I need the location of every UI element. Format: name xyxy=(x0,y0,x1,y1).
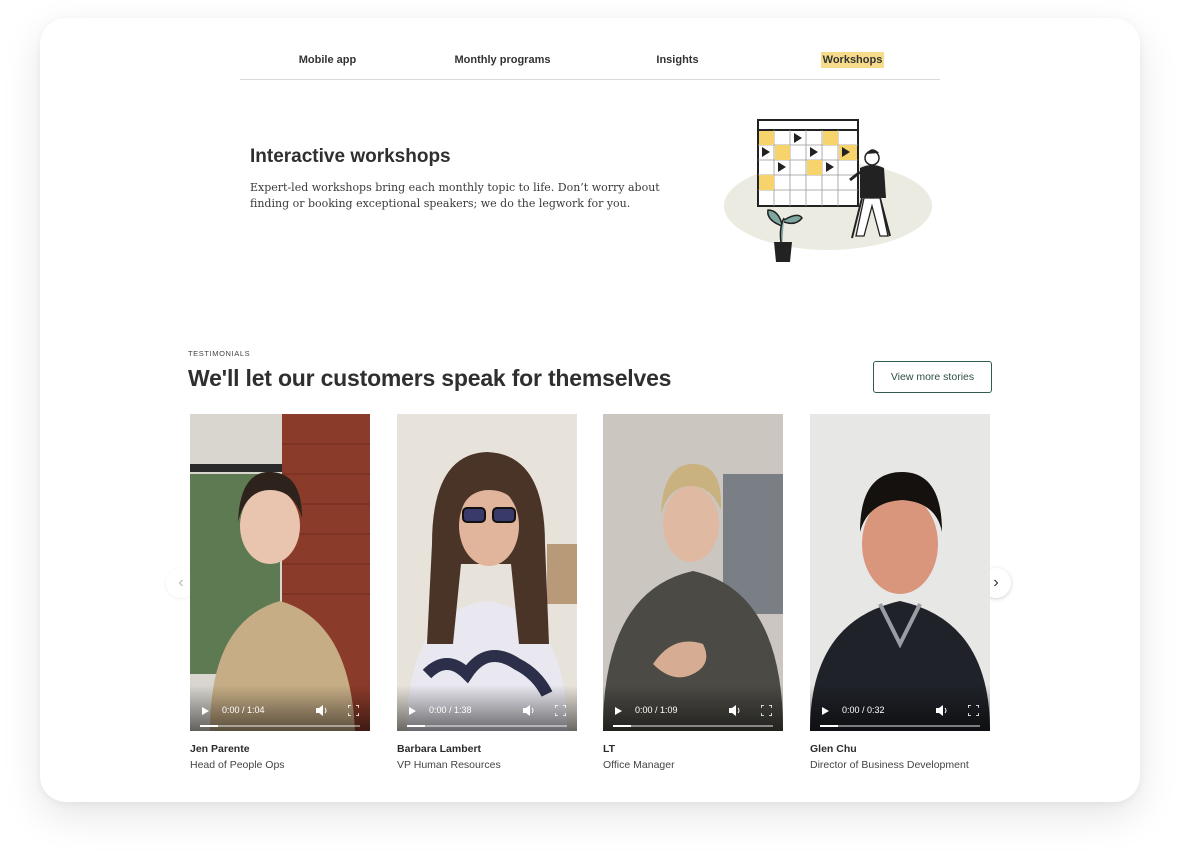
testimonial-video[interactable]: 0:00 / 1:09 xyxy=(603,414,783,731)
testimonial-video[interactable]: 0:00 / 0:32 xyxy=(810,414,990,731)
testimonial-carousel: 0:00 / 1:04 Jen Parente Head of People O… xyxy=(190,414,1000,784)
video-time: 0:00 / 1:09 xyxy=(635,705,678,715)
video-progress-bar[interactable] xyxy=(820,725,980,727)
testimonial-card: 0:00 / 1:04 Jen Parente Head of People O… xyxy=(190,414,370,771)
section-title: We'll let our customers speak for themse… xyxy=(188,365,672,391)
testimonial-video[interactable]: 0:00 / 1:04 xyxy=(190,414,370,731)
tab-label: Insights xyxy=(656,54,699,66)
feature-title: Interactive workshops xyxy=(250,146,451,167)
video-thumbnail xyxy=(810,414,990,731)
tab-mobile-app[interactable]: Mobile app xyxy=(240,52,415,68)
volume-icon[interactable] xyxy=(523,705,535,716)
feature-description: Expert-led workshops bring each monthly … xyxy=(250,181,660,210)
testimonial-name: Glen Chu xyxy=(810,743,857,755)
play-icon[interactable] xyxy=(615,707,622,715)
fullscreen-icon[interactable] xyxy=(761,705,772,716)
testimonial-name: Jen Parente xyxy=(190,743,250,755)
play-icon[interactable] xyxy=(202,707,209,715)
testimonial-card: 0:00 / 0:32 Glen Chu Director of Busines… xyxy=(810,414,990,771)
fullscreen-icon[interactable] xyxy=(348,705,359,716)
video-progress-bar[interactable] xyxy=(407,725,567,727)
testimonial-role: Director of Business Development xyxy=(810,759,969,771)
video-controls: 0:00 / 1:09 xyxy=(603,685,783,731)
section-eyebrow: TESTIMONIALS xyxy=(188,349,251,358)
testimonial-role: Office Manager xyxy=(603,759,675,771)
volume-icon[interactable] xyxy=(316,705,328,716)
testimonial-card: 0:00 / 1:09 LT Office Manager xyxy=(603,414,783,771)
view-more-stories-button[interactable]: View more stories xyxy=(873,361,992,393)
fullscreen-icon[interactable] xyxy=(968,705,979,716)
testimonial-name: Barbara Lambert xyxy=(397,743,482,755)
video-progress-bar[interactable] xyxy=(200,725,360,727)
testimonial-role: VP Human Resources xyxy=(397,759,501,771)
feature-tabs: Mobile app Monthly programs Insights Wor… xyxy=(240,44,940,80)
volume-icon[interactable] xyxy=(936,705,948,716)
fullscreen-icon[interactable] xyxy=(555,705,566,716)
testimonial-card: 0:00 / 1:38 Barbara Lambert VP Human Res… xyxy=(397,414,577,771)
video-controls: 0:00 / 0:32 xyxy=(810,685,990,731)
content-card: Mobile app Monthly programs Insights Wor… xyxy=(40,18,1140,802)
video-thumbnail xyxy=(397,414,577,731)
video-time: 0:00 / 1:38 xyxy=(429,705,472,715)
video-time: 0:00 / 1:04 xyxy=(222,705,265,715)
workshop-calendar-illustration xyxy=(724,119,932,262)
tab-insights[interactable]: Insights xyxy=(590,52,765,68)
volume-icon[interactable] xyxy=(729,705,741,716)
video-progress-bar[interactable] xyxy=(613,725,773,727)
video-controls: 0:00 / 1:04 xyxy=(190,685,370,731)
testimonial-role: Head of People Ops xyxy=(190,759,285,771)
tab-label: Monthly programs xyxy=(454,54,551,66)
tab-label: Workshops xyxy=(820,52,885,68)
tab-label: Mobile app xyxy=(298,54,357,66)
video-controls: 0:00 / 1:38 xyxy=(397,685,577,731)
video-thumbnail xyxy=(190,414,370,731)
video-time: 0:00 / 0:32 xyxy=(842,705,885,715)
tab-workshops[interactable]: Workshops xyxy=(765,52,940,68)
play-icon[interactable] xyxy=(822,707,829,715)
testimonial-name: LT xyxy=(603,743,616,755)
tab-monthly-programs[interactable]: Monthly programs xyxy=(415,52,590,68)
video-thumbnail xyxy=(603,414,783,731)
testimonial-video[interactable]: 0:00 / 1:38 xyxy=(397,414,577,731)
play-icon[interactable] xyxy=(409,707,416,715)
